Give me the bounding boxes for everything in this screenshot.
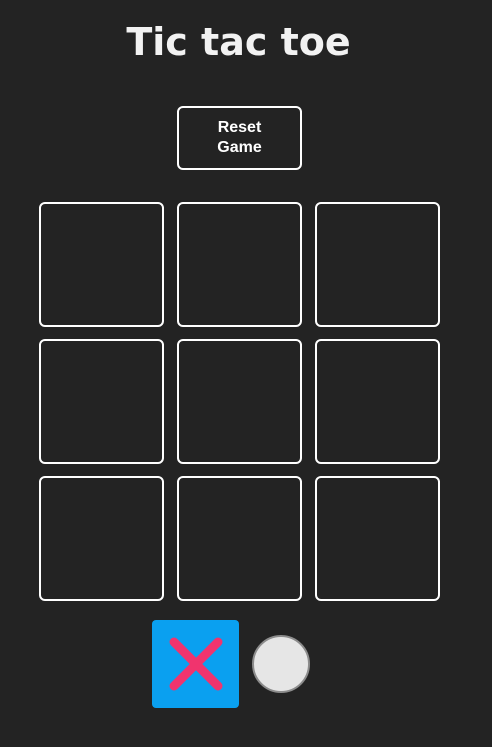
player-picker <box>152 620 310 708</box>
x-mark-icon <box>169 637 222 691</box>
board-cell-1-1[interactable] <box>39 202 164 327</box>
reset-game-button[interactable]: Reset Game <box>177 106 302 170</box>
board-cell-3-1[interactable] <box>39 476 164 601</box>
board-cell-2-3[interactable] <box>315 339 440 464</box>
board-cell-2-1[interactable] <box>39 339 164 464</box>
board-cell-1-3[interactable] <box>315 202 440 327</box>
board-cell-2-2[interactable] <box>177 339 302 464</box>
select-o-button[interactable] <box>252 635 310 693</box>
page-title: Tic tac toe <box>126 20 351 64</box>
select-x-button[interactable] <box>152 620 239 708</box>
board-cell-3-3[interactable] <box>315 476 440 601</box>
board-cell-3-2[interactable] <box>177 476 302 601</box>
game-board <box>39 202 440 602</box>
board-cell-1-2[interactable] <box>177 202 302 327</box>
